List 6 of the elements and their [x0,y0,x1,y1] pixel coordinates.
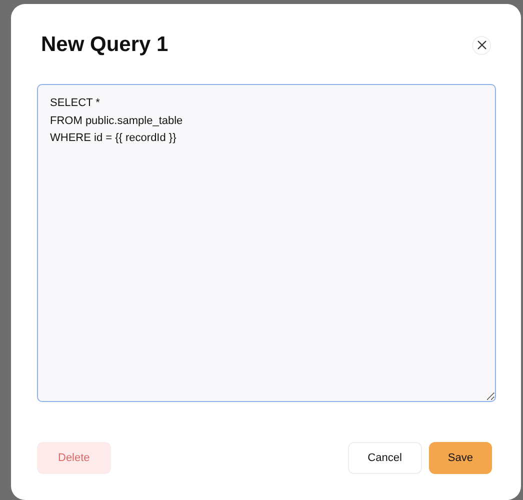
close-icon [476,40,486,50]
dialog-title: New Query 1 [41,33,168,57]
close-button[interactable] [472,36,491,54]
action-button[interactable]: Cancel [348,442,422,474]
query-editor-field[interactable]: SELECT * FROM public.sample_table WHERE id = {{ recordId }} [37,84,496,402]
action-button[interactable]: Save [428,442,492,474]
